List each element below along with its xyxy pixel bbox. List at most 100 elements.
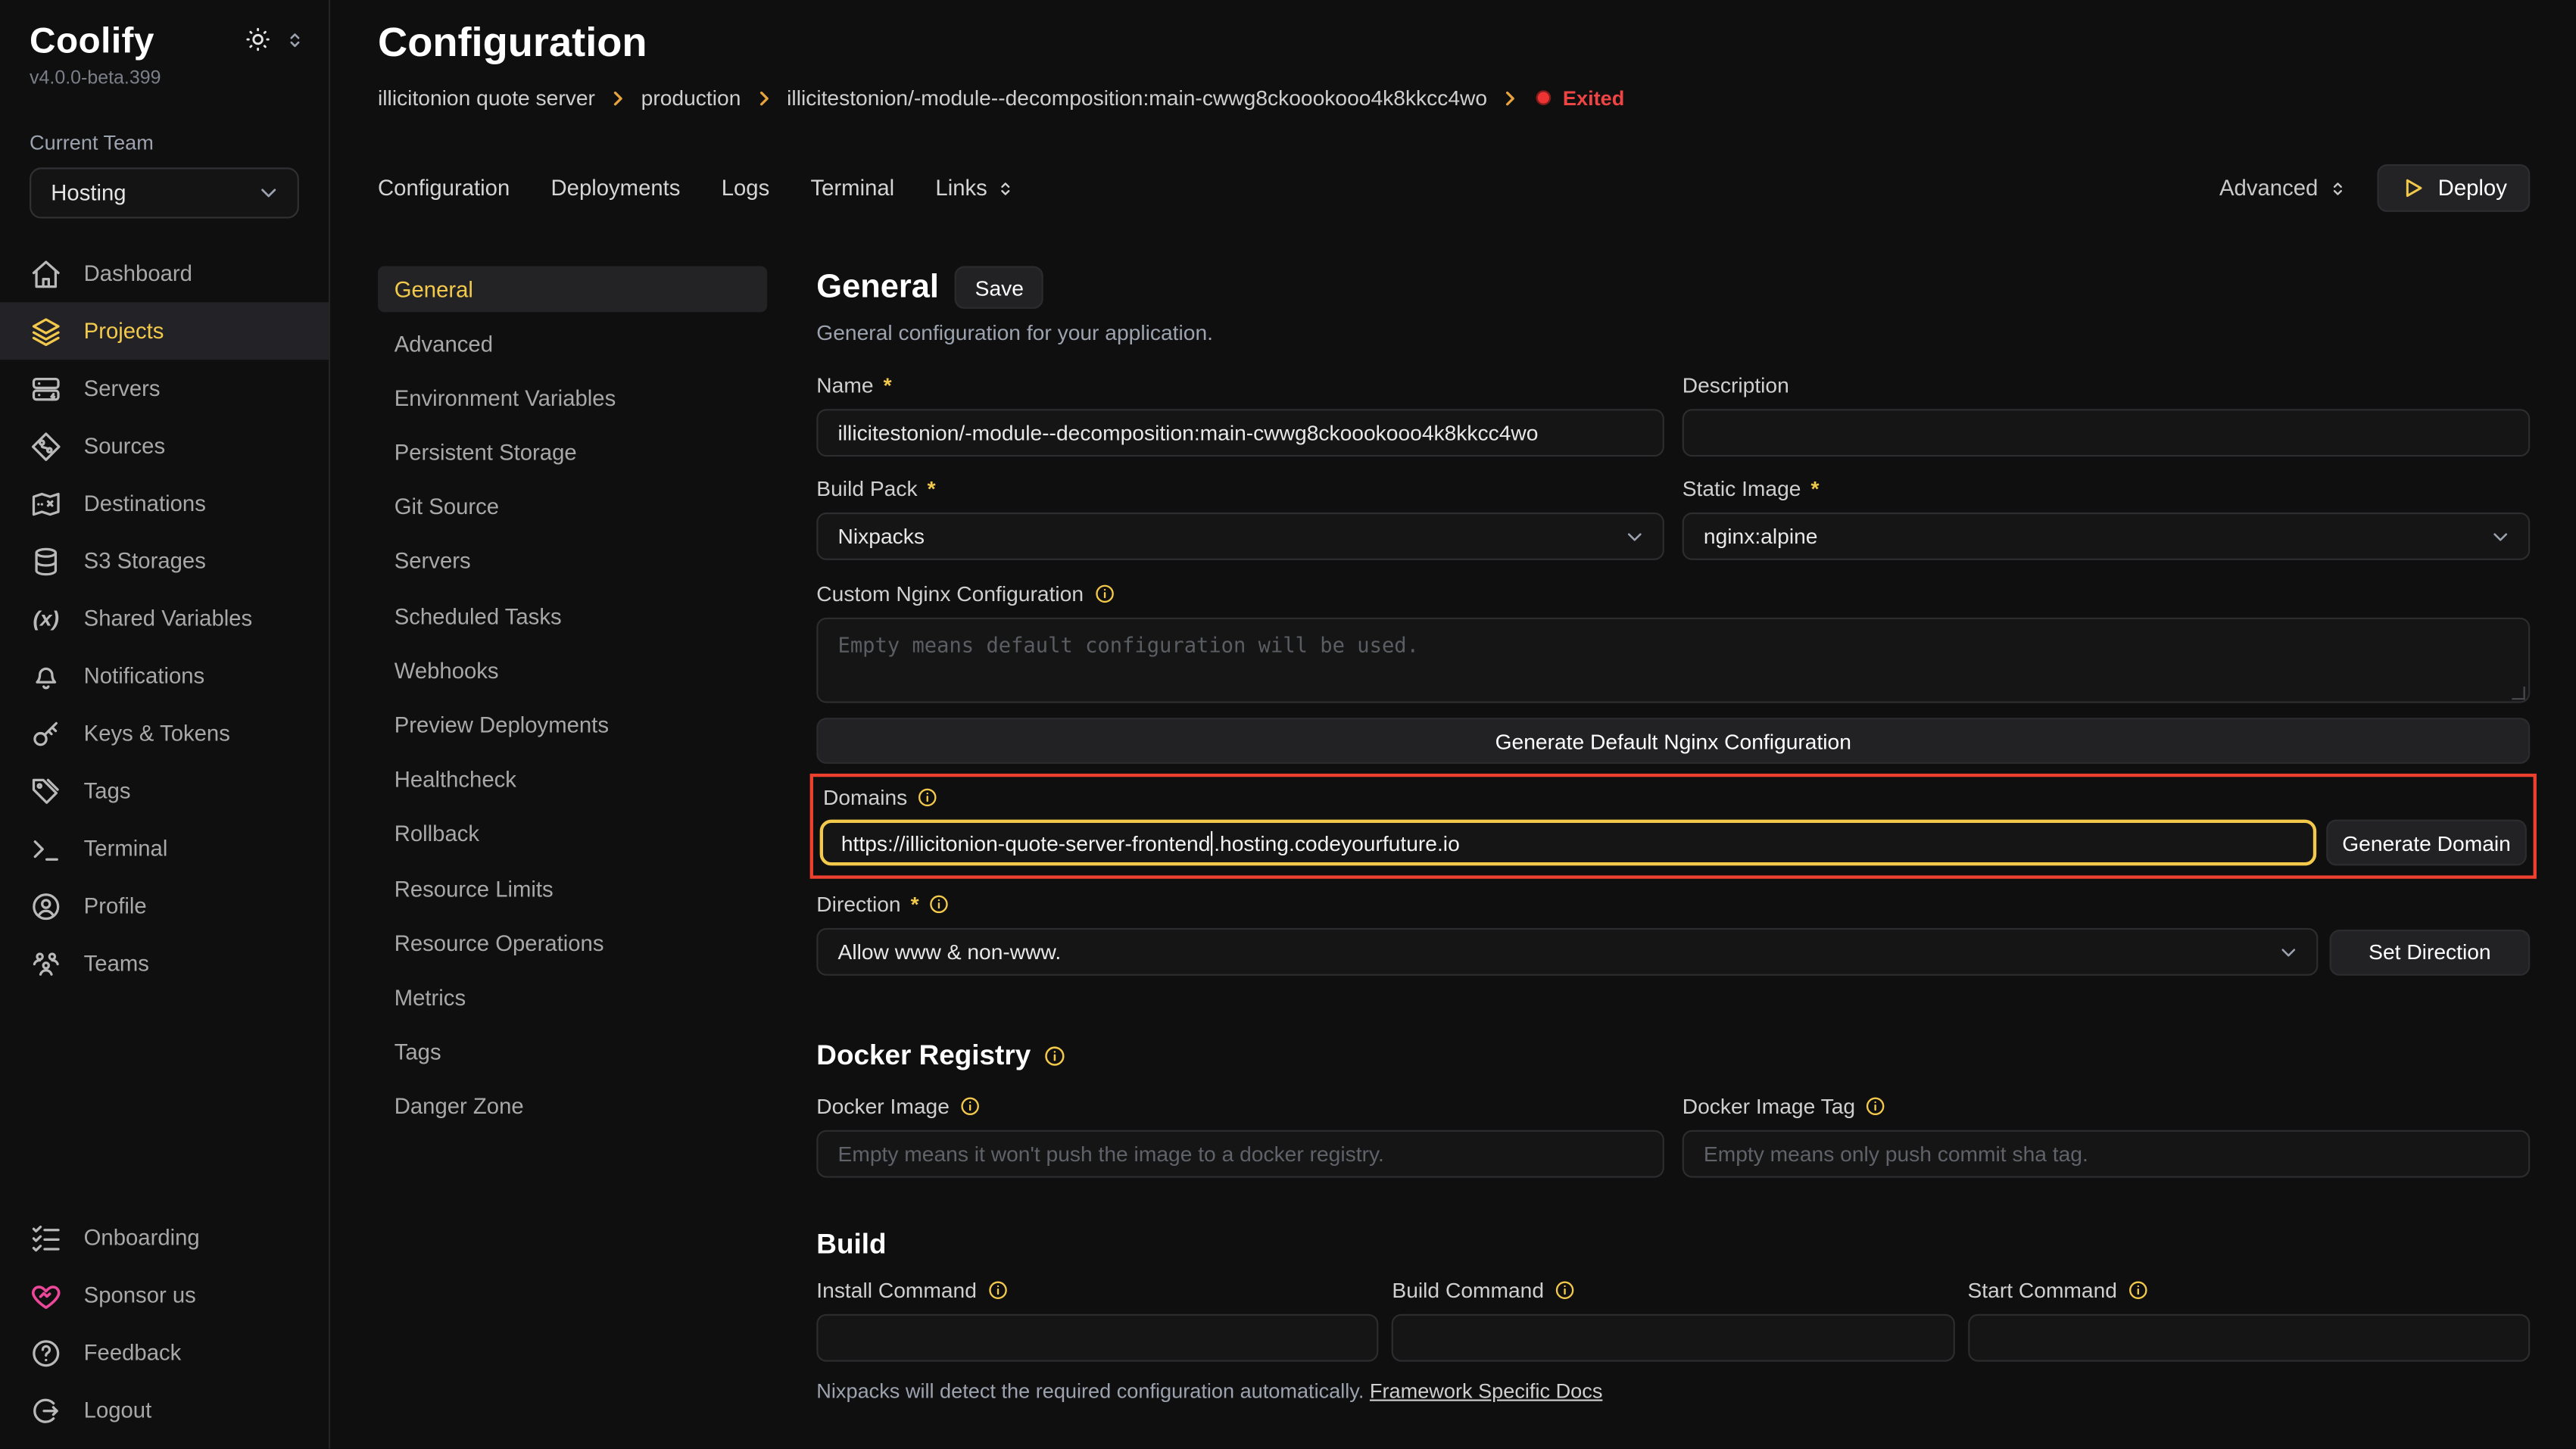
- submenu-item-preview-deployments[interactable]: Preview Deployments: [378, 703, 767, 749]
- theme-select-chevrons-icon[interactable]: [284, 29, 305, 50]
- name-input[interactable]: [816, 409, 1664, 457]
- sidebar-item-destinations[interactable]: Destinations: [0, 475, 329, 532]
- sidebar-item-terminal[interactable]: Terminal: [0, 820, 329, 877]
- info-icon[interactable]: [1093, 583, 1115, 604]
- sidebar-item-onboarding[interactable]: Onboarding: [0, 1209, 329, 1267]
- sidebar-item-tags[interactable]: Tags: [0, 762, 329, 820]
- tag-icon: [30, 774, 62, 807]
- team-select[interactable]: Hosting: [30, 167, 299, 218]
- tab-links[interactable]: Links: [935, 176, 1015, 201]
- sidebar: Coolify v4.0.0-beta.399 Current Team Hos…: [0, 0, 330, 1449]
- submenu-item-git-source[interactable]: Git Source: [378, 485, 767, 531]
- deploy-button[interactable]: Deploy: [2377, 164, 2530, 212]
- submenu-item-webhooks[interactable]: Webhooks: [378, 648, 767, 694]
- tab-terminal[interactable]: Terminal: [810, 176, 894, 201]
- resize-handle[interactable]: [2512, 687, 2525, 700]
- sidebar-item-label: Dashboard: [84, 261, 192, 286]
- submenu-item-environment-variables[interactable]: Environment Variables: [378, 375, 767, 421]
- build-pack-label: Build Pack: [816, 476, 917, 501]
- domains-input[interactable]: https://illicitonion-quote-server-fronte…: [820, 820, 2317, 866]
- sidebar-item-servers[interactable]: Servers: [0, 360, 329, 417]
- sidebar-item-feedback[interactable]: Feedback: [0, 1324, 329, 1382]
- page-title: Configuration: [378, 20, 2530, 67]
- braces-x-icon: (x): [30, 602, 62, 634]
- sidebar-item-notifications[interactable]: Notifications: [0, 647, 329, 705]
- sidebar-item-projects[interactable]: Projects: [0, 302, 329, 360]
- sidebar-item-label: Destinations: [84, 491, 206, 516]
- start-command-label: Start Command: [1967, 1278, 2117, 1303]
- users-icon: [30, 947, 62, 980]
- section-heading-general: General: [816, 269, 939, 307]
- theme-toggle-sun-icon[interactable]: [245, 26, 271, 53]
- start-command-input[interactable]: [1967, 1314, 2530, 1362]
- sidebar-item-sources[interactable]: Sources: [0, 417, 329, 475]
- install-command-input[interactable]: [816, 1314, 1379, 1362]
- sidebar-item-teams[interactable]: Teams: [0, 935, 329, 992]
- breadcrumb-application[interactable]: illicitestonion/-module--decomposition:m…: [787, 86, 1487, 111]
- submenu-item-scheduled-tasks[interactable]: Scheduled Tasks: [378, 594, 767, 640]
- submenu-item-resource-limits[interactable]: Resource Limits: [378, 866, 767, 912]
- sidebar-item-keys-tokens[interactable]: Keys & Tokens: [0, 705, 329, 762]
- generate-nginx-button[interactable]: Generate Default Nginx Configuration: [816, 718, 2530, 764]
- submenu-item-general[interactable]: General: [378, 266, 767, 312]
- info-icon[interactable]: [1554, 1279, 1575, 1301]
- sidebar-item-shared-variables[interactable]: (x) Shared Variables: [0, 590, 329, 647]
- custom-nginx-label: Custom Nginx Configuration: [816, 581, 1084, 606]
- submenu-item-healthcheck[interactable]: Healthcheck: [378, 757, 767, 803]
- set-direction-button[interactable]: Set Direction: [2330, 929, 2531, 975]
- tab-configuration[interactable]: Configuration: [378, 176, 510, 201]
- status-dot-icon: [1536, 90, 1552, 105]
- submenu-item-metrics[interactable]: Metrics: [378, 975, 767, 1021]
- chevron-right-icon: [1500, 88, 1520, 108]
- description-input[interactable]: [1683, 409, 2531, 457]
- sidebar-item-dashboard[interactable]: Dashboard: [0, 245, 329, 302]
- tab-logs[interactable]: Logs: [722, 176, 770, 201]
- info-icon[interactable]: [1044, 1045, 1067, 1067]
- submenu-item-persistent-storage[interactable]: Persistent Storage: [378, 429, 767, 475]
- chevron-down-icon: [2277, 940, 2300, 963]
- sidebar-item-sponsor-us[interactable]: Sponsor us: [0, 1267, 329, 1324]
- generate-domain-button[interactable]: Generate Domain: [2326, 820, 2527, 866]
- info-icon[interactable]: [1865, 1095, 1886, 1117]
- save-button[interactable]: Save: [956, 266, 1043, 308]
- heart-handshake-icon: [30, 1279, 62, 1311]
- submenu-item-resource-operations[interactable]: Resource Operations: [378, 921, 767, 967]
- app-window: Coolify v4.0.0-beta.399 Current Team Hos…: [0, 0, 2576, 1449]
- static-image-value: nginx:alpine: [1704, 524, 1818, 549]
- build-pack-select[interactable]: Nixpacks: [816, 513, 1664, 560]
- info-icon[interactable]: [987, 1279, 1008, 1301]
- info-icon[interactable]: [959, 1095, 981, 1117]
- app-version: v4.0.0-beta.399: [0, 62, 329, 89]
- submenu-item-danger-zone[interactable]: Danger Zone: [378, 1084, 767, 1130]
- required-asterisk: *: [1854, 1447, 1862, 1448]
- chevron-down-icon: [256, 181, 281, 206]
- info-icon[interactable]: [929, 893, 950, 915]
- breadcrumb-environment[interactable]: production: [641, 86, 741, 111]
- submenu-item-advanced[interactable]: Advanced: [378, 320, 767, 366]
- static-image-select[interactable]: nginx:alpine: [1683, 513, 2531, 560]
- layers-icon: [30, 314, 62, 347]
- submenu-item-tags[interactable]: Tags: [378, 1030, 767, 1076]
- submenu-item-rollback[interactable]: Rollback: [378, 812, 767, 858]
- docker-image-input[interactable]: [816, 1130, 1664, 1178]
- custom-nginx-textarea[interactable]: [816, 618, 2530, 703]
- sidebar-item-s3-storages[interactable]: S3 Storages: [0, 532, 329, 590]
- breadcrumb-project[interactable]: illicitonion quote server: [378, 86, 595, 111]
- framework-docs-link[interactable]: Framework Specific Docs: [1370, 1379, 1602, 1402]
- submenu-item-servers[interactable]: Servers: [378, 539, 767, 585]
- sidebar-item-profile[interactable]: Profile: [0, 877, 329, 935]
- advanced-selector[interactable]: Advanced: [2219, 176, 2347, 201]
- info-icon[interactable]: [2127, 1279, 2148, 1301]
- info-icon[interactable]: [917, 787, 938, 808]
- base-directory-label: Base Directory: [816, 1447, 956, 1448]
- team-select-value: Hosting: [51, 181, 126, 206]
- sidebar-item-logout[interactable]: Logout: [0, 1382, 329, 1439]
- install-command-label: Install Command: [816, 1278, 977, 1303]
- tab-deployments[interactable]: Deployments: [551, 176, 681, 201]
- chevron-down-icon: [2489, 525, 2512, 547]
- build-command-input[interactable]: [1392, 1314, 1954, 1362]
- direction-select[interactable]: Allow www & non-www.: [816, 928, 2318, 976]
- sidebar-item-label: Logout: [84, 1398, 152, 1423]
- docker-image-tag-input[interactable]: [1683, 1130, 2531, 1178]
- chevrons-up-down-icon: [2328, 178, 2347, 198]
